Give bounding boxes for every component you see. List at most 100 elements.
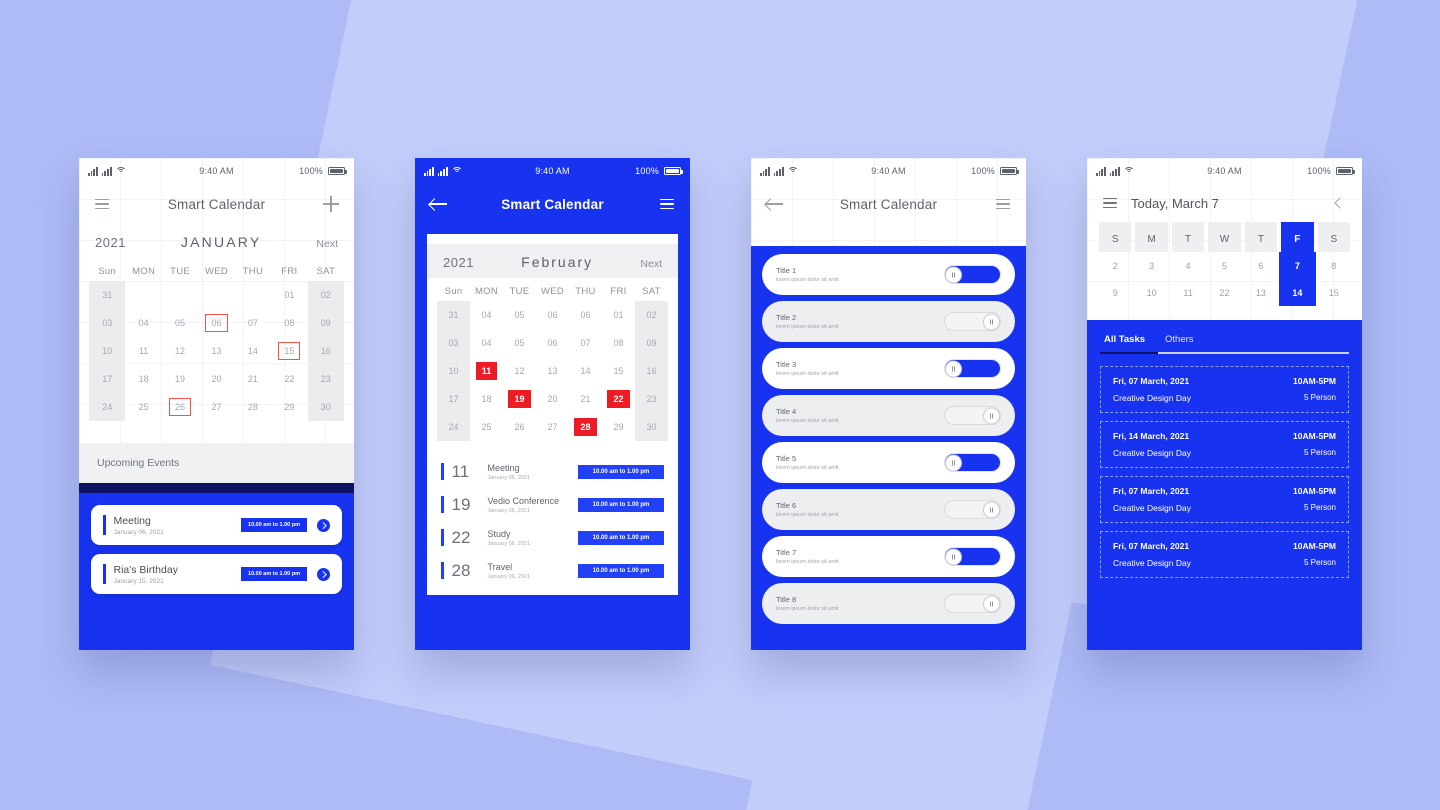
- calendar-day-cell[interactable]: 19: [503, 385, 536, 413]
- calendar-day-cell[interactable]: 11: [125, 337, 161, 365]
- calendar-day-cell[interactable]: [198, 281, 234, 309]
- calendar-day-cell[interactable]: 09: [307, 309, 344, 337]
- calendar-day-cell[interactable]: 06: [536, 329, 569, 357]
- week-date-cell[interactable]: 15: [1316, 279, 1352, 306]
- chevron-left-icon[interactable]: [1330, 194, 1348, 212]
- calendar-day-cell[interactable]: 16: [635, 357, 668, 385]
- week-date-cell[interactable]: 2: [1097, 252, 1133, 279]
- event-row[interactable]: 22 Study January 06, 2021 10.00 am to 1.00 …: [441, 521, 664, 554]
- toggle-knob[interactable]: [983, 501, 1000, 518]
- next-month-button[interactable]: Next: [640, 258, 662, 270]
- task-card[interactable]: Fri, 07 March, 2021 Creative Design Day 10…: [1100, 530, 1349, 578]
- calendar-day-cell[interactable]: 31: [89, 281, 126, 309]
- calendar-day-cell[interactable]: 04: [125, 309, 161, 337]
- next-month-button[interactable]: Next: [316, 238, 338, 250]
- calendar-day-cell[interactable]: 12: [162, 337, 198, 365]
- weekday-label[interactable]: W: [1208, 222, 1241, 252]
- calendar-day-cell[interactable]: 24: [437, 413, 470, 441]
- toggle-knob[interactable]: [945, 266, 962, 283]
- toggle-knob[interactable]: [983, 313, 1000, 330]
- toggle-card[interactable]: Title 1 lorem ipsum dolor sit amit: [762, 254, 1015, 295]
- calendar-day-cell[interactable]: 06: [536, 301, 569, 329]
- calendar-day-cell[interactable]: 23: [635, 385, 668, 413]
- calendar-day-cell[interactable]: 28: [569, 413, 602, 441]
- calendar-day-cell[interactable]: 27: [536, 413, 569, 441]
- calendar-day-cell[interactable]: 01: [602, 301, 635, 329]
- calendar-day-cell[interactable]: 15: [271, 337, 307, 365]
- toggle-switch[interactable]: [944, 359, 1001, 378]
- calendar-day-cell[interactable]: [162, 281, 198, 309]
- calendar-day-cell[interactable]: 25: [125, 393, 161, 421]
- calendar-day-cell[interactable]: 22: [602, 385, 635, 413]
- calendar-day-cell[interactable]: 29: [602, 413, 635, 441]
- week-date-cell[interactable]: 11: [1170, 279, 1206, 306]
- toggle-card[interactable]: Title 2 lorem ipsum dolor sit amit: [762, 301, 1015, 342]
- calendar-day-cell[interactable]: 04: [470, 329, 503, 357]
- calendar-day-cell[interactable]: 17: [437, 385, 470, 413]
- toggle-knob[interactable]: [983, 407, 1000, 424]
- calendar-day-cell[interactable]: 07: [235, 309, 271, 337]
- week-date-cell[interactable]: 10: [1133, 279, 1169, 306]
- week-date-cell[interactable]: 22: [1206, 279, 1242, 306]
- toggle-knob[interactable]: [983, 595, 1000, 612]
- calendar-day-cell[interactable]: 15: [602, 357, 635, 385]
- arrow-left-icon[interactable]: [765, 195, 783, 213]
- week-date-cell[interactable]: 6: [1243, 252, 1279, 279]
- toggle-knob[interactable]: [945, 360, 962, 377]
- calendar-day-cell[interactable]: 03: [89, 309, 126, 337]
- event-row[interactable]: 11 Meeting January 06, 2021 10.00 am to 1.0…: [441, 455, 664, 488]
- calendar-day-cell[interactable]: 21: [569, 385, 602, 413]
- calendar-day-cell[interactable]: 08: [271, 309, 307, 337]
- task-card[interactable]: Fri, 07 March, 2021 Creative Design Day 10…: [1100, 365, 1349, 413]
- weekday-label[interactable]: M: [1135, 222, 1168, 252]
- toggle-switch[interactable]: [944, 312, 1001, 331]
- calendar-day-cell[interactable]: 26: [503, 413, 536, 441]
- week-date-cell[interactable]: 9: [1097, 279, 1133, 306]
- week-date-cell[interactable]: 5: [1206, 252, 1242, 279]
- calendar-day-cell[interactable]: 17: [89, 365, 126, 393]
- calendar-day-cell[interactable]: 10: [89, 337, 126, 365]
- hamburger-icon[interactable]: [658, 195, 676, 213]
- calendar-day-cell[interactable]: 28: [235, 393, 271, 421]
- calendar-day-cell[interactable]: 26: [162, 393, 198, 421]
- calendar-day-cell[interactable]: 20: [198, 365, 234, 393]
- calendar-day-cell[interactable]: 30: [635, 413, 668, 441]
- calendar-day-cell[interactable]: 05: [503, 329, 536, 357]
- event-row[interactable]: 28 Travel January 06, 2021 10.00 am to 1.00…: [441, 554, 664, 587]
- calendar-day-cell[interactable]: [235, 281, 271, 309]
- event-row[interactable]: 19 Vedio Conference January 06, 2021 10.00 …: [441, 488, 664, 521]
- calendar-day-cell[interactable]: 13: [198, 337, 234, 365]
- calendar-day-cell[interactable]: 09: [635, 329, 668, 357]
- calendar-day-cell[interactable]: 14: [235, 337, 271, 365]
- toggle-switch[interactable]: [944, 406, 1001, 425]
- toggle-switch[interactable]: [944, 547, 1001, 566]
- week-date-cell[interactable]: 4: [1170, 252, 1206, 279]
- toggle-switch[interactable]: [944, 453, 1001, 472]
- toggle-card[interactable]: Title 7 lorem ipsum dolor sit amit: [762, 536, 1015, 577]
- week-date-cell[interactable]: 7: [1279, 252, 1316, 279]
- toggle-card[interactable]: Title 3 lorem ipsum dolor sit amit: [762, 348, 1015, 389]
- calendar-day-cell[interactable]: 24: [89, 393, 126, 421]
- calendar-day-cell[interactable]: 20: [536, 385, 569, 413]
- calendar-day-cell[interactable]: 03: [437, 329, 470, 357]
- week-date-cell[interactable]: 8: [1316, 252, 1352, 279]
- calendar-day-cell[interactable]: 01: [271, 281, 307, 309]
- toggle-switch[interactable]: [944, 594, 1001, 613]
- calendar-day-cell[interactable]: 04: [470, 301, 503, 329]
- calendar-day-cell[interactable]: 29: [271, 393, 307, 421]
- calendar-day-cell[interactable]: 22: [271, 365, 307, 393]
- calendar-day-cell[interactable]: 06: [569, 301, 602, 329]
- calendar-day-cell[interactable]: 25: [470, 413, 503, 441]
- calendar-day-cell[interactable]: 12: [503, 357, 536, 385]
- toggle-switch[interactable]: [944, 500, 1001, 519]
- calendar-day-cell[interactable]: 19: [162, 365, 198, 393]
- weekday-label[interactable]: T: [1244, 222, 1278, 252]
- toggle-knob[interactable]: [945, 548, 962, 565]
- task-card[interactable]: Fri, 14 March, 2021 Creative Design Day 10…: [1100, 420, 1349, 468]
- calendar-day-cell[interactable]: 18: [470, 385, 503, 413]
- toggle-card[interactable]: Title 5 lorem ipsum dolor sit amit: [762, 442, 1015, 483]
- calendar-day-cell[interactable]: 02: [635, 301, 668, 329]
- weekday-label[interactable]: S: [1317, 222, 1350, 252]
- calendar-day-cell[interactable]: 10: [437, 357, 470, 385]
- calendar-day-cell[interactable]: 08: [602, 329, 635, 357]
